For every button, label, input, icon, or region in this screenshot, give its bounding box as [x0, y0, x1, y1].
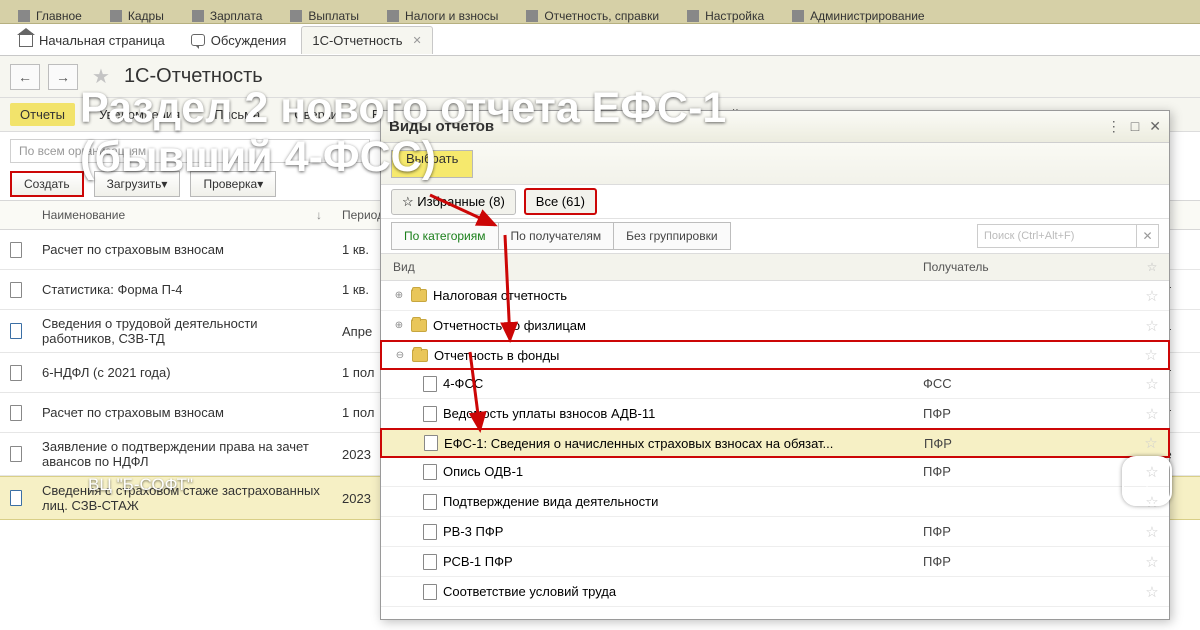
search-input[interactable]: Поиск (Ctrl+Alt+F) [977, 224, 1137, 248]
row-name: Сведения о страховом стаже застрахованны… [32, 477, 332, 519]
nav-forward-button[interactable]: → [48, 64, 78, 90]
document-icon [10, 242, 22, 258]
tree-item[interactable]: Подтверждение вида деятельности ☆ [381, 487, 1169, 517]
dialog-close-icon[interactable]: ✕ [1149, 118, 1161, 135]
tree-item[interactable]: РСВ-1 ПФР ПФР ☆ [381, 547, 1169, 577]
subtab-notifications[interactable]: Уведомления [89, 103, 190, 126]
row-name: Заявление о подтверждении права на зачет… [32, 433, 332, 475]
tree-recipient: ПФР [911, 406, 1135, 421]
document-icon [423, 554, 437, 570]
favorite-star-icon[interactable]: ☆ [1135, 493, 1169, 511]
menu-payments[interactable]: Выплаты [308, 9, 359, 23]
tree-label: ЕФС-1: Сведения о начисленных страховых … [444, 436, 833, 451]
favorite-star-icon[interactable]: ☆ [1135, 405, 1169, 423]
col-favorite[interactable]: ☆ [1135, 260, 1169, 274]
menu-salary[interactable]: Зарплата [210, 9, 263, 23]
favorite-star-icon[interactable]: ☆ [1135, 583, 1169, 601]
document-icon [423, 524, 437, 540]
tree-item[interactable]: Ведомость уплаты взносов АДВ-11 ПФР ☆ [381, 399, 1169, 429]
org-filter-dropdown[interactable]: По всем организациям [10, 139, 370, 163]
tree-item[interactable]: РВ-3 ПФР ПФР ☆ [381, 517, 1169, 547]
tree-item[interactable]: Соответствие условий труда ☆ [381, 577, 1169, 607]
tree-label: РВ-3 ПФР [443, 524, 503, 539]
document-icon [423, 464, 437, 480]
document-icon [423, 494, 437, 510]
expand-icon[interactable]: ⊖ [394, 349, 406, 361]
home-icon [19, 33, 33, 47]
load-button[interactable]: Загрузить ▾ [94, 171, 181, 197]
menu-settings[interactable]: Настройка [705, 9, 764, 23]
favorite-star-icon[interactable]: ☆ [1135, 287, 1169, 305]
menu-taxes[interactable]: Налоги и взносы [405, 9, 498, 23]
document-icon [423, 584, 437, 600]
document-icon [10, 490, 22, 506]
tree-recipient: ПФР [911, 464, 1135, 479]
select-button[interactable]: Выбрать [391, 150, 473, 178]
row-name: Расчет по страховым взносам [32, 236, 332, 263]
menu-hr[interactable]: Кадры [128, 9, 164, 23]
tab-discussions[interactable]: Обсуждения [180, 26, 298, 54]
row-name: 6-НДФЛ (с 2021 года) [32, 359, 332, 386]
col-name[interactable]: Наименование↓ [32, 208, 332, 222]
dialog-toolbar: Выбрать [381, 143, 1169, 185]
menu-reports-refs[interactable]: Отчетность, справки [544, 9, 659, 23]
tree-recipient: ПФР [912, 436, 1134, 451]
tree-label: Соответствие условий труда [443, 584, 616, 599]
tree-recipient: ФСС [911, 376, 1135, 391]
favorite-star-icon[interactable]: ☆ [1135, 523, 1169, 541]
dialog-titlebar: Виды отчетов ⋮ □ ✕ [381, 111, 1169, 143]
tree-label: 4-ФСС [443, 376, 483, 391]
page-title: 1С-Отчетность [124, 65, 263, 88]
tree-item[interactable]: ЕФС-1: Сведения о начисленных страховых … [380, 428, 1170, 458]
tree-recipient: ПФР [911, 524, 1135, 539]
document-icon [10, 405, 22, 421]
tree-recipient: ПФР [911, 554, 1135, 569]
document-icon [10, 446, 22, 462]
create-button[interactable]: Создать [10, 171, 84, 197]
chat-icon [191, 34, 205, 46]
expand-icon[interactable]: ⊕ [393, 320, 405, 332]
document-icon [424, 435, 438, 451]
tree-label: Ведомость уплаты взносов АДВ-11 [443, 406, 655, 421]
favorite-star-icon[interactable]: ☆ [1135, 463, 1169, 481]
tree-item[interactable]: 4-ФСС ФСС ☆ [381, 369, 1169, 399]
clear-search-button[interactable]: ✕ [1137, 224, 1159, 248]
dialog-menu-icon[interactable]: ⋮ [1107, 118, 1121, 135]
favorite-star-icon[interactable]: ☆ [1134, 346, 1168, 364]
document-icon [10, 282, 22, 298]
row-name: Расчет по страховым взносам [32, 399, 332, 426]
favorite-star-icon[interactable]: ☆ [1134, 434, 1168, 452]
col-recipient[interactable]: Получатель [911, 260, 1135, 274]
favorite-star-icon[interactable]: ☆ [1135, 553, 1169, 571]
tree-item[interactable]: Опись ОДВ-1 ПФР ☆ [381, 457, 1169, 487]
document-icon [10, 323, 22, 339]
favorite-star-icon[interactable]: ☆ [1135, 317, 1169, 335]
dialog-title: Виды отчетов [389, 118, 494, 135]
window-tabs: Начальная страница Обсуждения 1С-Отчетно… [0, 24, 1200, 56]
title-bar: ← → ★ 1С-Отчетность [0, 56, 1200, 98]
check-button[interactable]: Проверка ▾ [190, 171, 276, 197]
tree-label: Опись ОДВ-1 [443, 464, 523, 479]
tree-label: Подтверждение вида деятельности [443, 494, 658, 509]
document-icon [423, 376, 437, 392]
tree-label: РСВ-1 ПФР [443, 554, 513, 569]
favorite-star-icon[interactable]: ☆ [1135, 375, 1169, 393]
subtab-reconciliation[interactable]: Сверки [284, 103, 348, 126]
row-name: Сведения о трудовой деятельности работни… [32, 310, 332, 352]
document-icon [423, 406, 437, 422]
dialog-maximize-icon[interactable]: □ [1131, 118, 1139, 135]
favorite-star-icon[interactable]: ★ [92, 64, 110, 89]
top-menu-bar: Главное Кадры Зарплата Выплаты Налоги и … [0, 0, 1200, 24]
expand-icon[interactable]: ⊕ [393, 290, 405, 302]
menu-main[interactable]: Главное [36, 9, 82, 23]
row-name: Статистика: Форма П-4 [32, 276, 332, 303]
subtab-reports[interactable]: Отчеты [10, 103, 75, 126]
menu-admin[interactable]: Администрирование [810, 9, 924, 23]
nav-back-button[interactable]: ← [10, 64, 40, 90]
tab-1c-reporting[interactable]: 1С-Отчетность✕ [301, 26, 432, 54]
tab-start-page[interactable]: Начальная страница [8, 26, 176, 54]
subtab-letters[interactable]: Письма [204, 103, 270, 126]
document-icon [10, 365, 22, 381]
close-icon[interactable]: ✕ [413, 34, 422, 47]
